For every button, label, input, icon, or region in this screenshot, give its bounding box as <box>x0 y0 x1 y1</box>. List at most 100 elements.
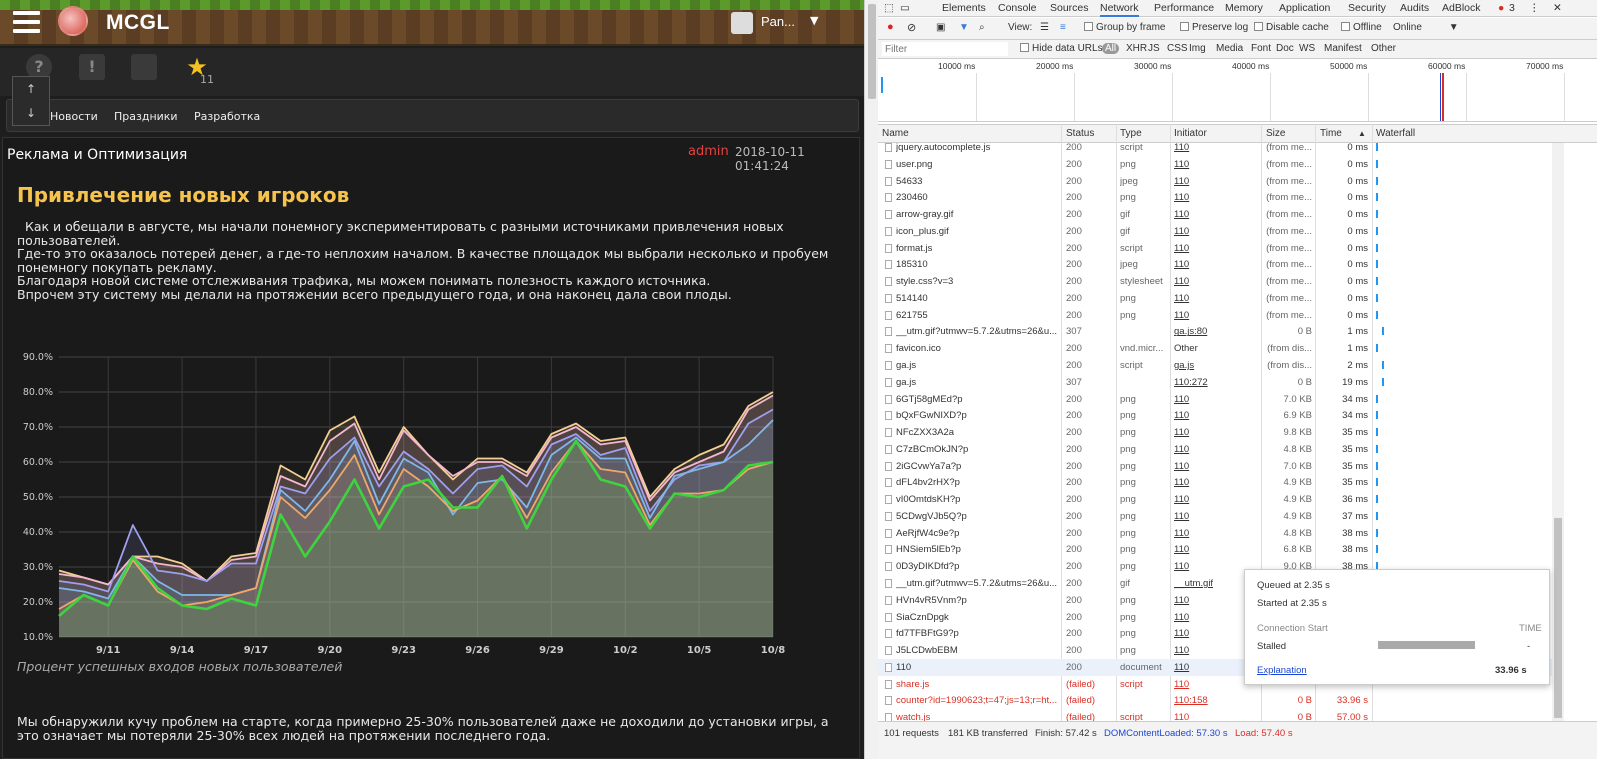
type-filter-manifest[interactable]: Manifest <box>1324 43 1362 54</box>
cell-initiator[interactable]: 110 <box>1174 394 1258 405</box>
table-row[interactable]: ga.js 307 110:272 0 B 19 ms <box>878 374 1552 391</box>
table-row[interactable]: favicon.ico 200 vnd.micr... Other (from dis.… <box>878 340 1552 357</box>
table-row[interactable]: 230460 200 png 110 (from me... 0 ms <box>878 189 1552 206</box>
table-row[interactable]: 621755 200 png 110 (from me... 0 ms <box>878 307 1552 324</box>
cell-initiator[interactable]: 110 <box>1174 461 1258 472</box>
tab-application[interactable]: Application <box>1279 2 1330 14</box>
col-size[interactable]: Size <box>1266 128 1285 139</box>
cell-name[interactable]: format.js <box>896 243 1058 254</box>
cell-name[interactable]: 110 <box>896 662 1058 673</box>
cell-initiator[interactable]: 110 <box>1174 494 1258 505</box>
author-link[interactable]: admin <box>688 144 729 159</box>
cell-initiator[interactable]: 110 <box>1174 444 1258 455</box>
search-icon[interactable]: ⌕ <box>979 22 985 33</box>
cell-name[interactable]: dFL4bv2rHX?p <box>896 477 1058 488</box>
cell-name[interactable]: 185310 <box>896 259 1058 270</box>
table-row[interactable]: C7zBCmOkJN?p 200 png 110 4.8 KB 35 ms <box>878 441 1552 458</box>
arrow-up-icon[interactable]: ↑ <box>13 77 49 101</box>
col-time[interactable]: Time <box>1320 128 1342 139</box>
table-row[interactable]: HNSiem5lEb?p 200 png 110 6.8 KB 38 ms <box>878 541 1552 558</box>
camera-icon[interactable]: ▣ <box>936 22 945 33</box>
type-filter-ws[interactable]: WS <box>1299 43 1315 54</box>
table-row[interactable]: bQxFGwNIXD?p 200 png 110 6.9 KB 34 ms <box>878 407 1552 424</box>
cell-name[interactable]: 6GTj58gMEd?p <box>896 394 1058 405</box>
cell-initiator[interactable]: 110 <box>1174 176 1258 187</box>
hide-data-urls-checkbox[interactable]: Hide data URLs <box>1020 43 1103 54</box>
offline-checkbox[interactable]: Offline <box>1341 22 1382 33</box>
type-filter-media[interactable]: Media <box>1216 43 1243 54</box>
logo-icon[interactable] <box>58 6 88 36</box>
cell-initiator[interactable]: ga.js:80 <box>1174 326 1258 337</box>
table-row[interactable]: jquery.autocomplete.js 200 script 110 (from … <box>878 143 1552 156</box>
filter-icon[interactable]: ▼ <box>959 22 969 33</box>
error-count[interactable]: 3 <box>1509 2 1515 14</box>
table-row[interactable]: NFcZXX3A2a 200 png 110 9.8 KB 35 ms <box>878 424 1552 441</box>
record-icon[interactable]: ● <box>887 21 894 33</box>
tab-network[interactable]: Network <box>1100 2 1139 17</box>
user-name[interactable]: Pan... <box>761 14 795 29</box>
cell-name[interactable]: bQxFGwNIXD?p <box>896 410 1058 421</box>
menu-icon[interactable] <box>13 11 40 33</box>
cell-name[interactable]: fd7TFBFtG9?p <box>896 628 1058 639</box>
table-row[interactable]: 514140 200 png 110 (from me... 0 ms <box>878 290 1552 307</box>
tab-console[interactable]: Console <box>998 2 1037 14</box>
throttle-select[interactable]: Online ▼ <box>1393 22 1459 33</box>
cell-name[interactable]: ga.js <box>896 360 1058 371</box>
cell-name[interactable]: 2iGCvwYa7a?p <box>896 461 1058 472</box>
type-filter-js[interactable]: JS <box>1148 43 1160 54</box>
clear-icon[interactable]: ⊘ <box>907 21 916 34</box>
cell-name[interactable]: jquery.autocomplete.js <box>896 143 1058 153</box>
table-row[interactable]: __utm.gif?utmwv=5.7.2&utms=26&u... 307 ga.… <box>878 323 1552 340</box>
cell-initiator[interactable]: 110:272 <box>1174 377 1258 388</box>
cell-initiator[interactable]: 110 <box>1174 259 1258 270</box>
preserve-log-checkbox[interactable]: Preserve log <box>1180 22 1248 33</box>
cell-initiator[interactable]: 110 <box>1174 410 1258 421</box>
network-overview[interactable]: 10000 ms 20000 ms 30000 ms 40000 ms 50000 ms… <box>878 59 1597 122</box>
nav-development[interactable]: Разработка <box>194 110 260 123</box>
cell-name[interactable]: arrow-gray.gif <box>896 209 1058 220</box>
request-list-scrollbar[interactable] <box>1552 143 1564 721</box>
arrow-down-icon[interactable]: ↓ <box>13 101 49 125</box>
type-filter-all[interactable]: All <box>1102 43 1120 54</box>
col-status[interactable]: Status <box>1066 128 1094 139</box>
cell-name[interactable]: 621755 <box>896 310 1058 321</box>
cell-name[interactable]: 230460 <box>896 192 1058 203</box>
cell-name[interactable]: NFcZXX3A2a <box>896 427 1058 438</box>
cell-name[interactable]: counter?id=1990623;t=47;js=13;r=ht... <box>896 695 1058 706</box>
cell-name[interactable]: AeRjfW4c9e?p <box>896 528 1058 539</box>
cell-name[interactable]: C7zBCmOkJN?p <box>896 444 1058 455</box>
col-waterfall[interactable]: Waterfall <box>1376 128 1415 139</box>
cell-initiator[interactable]: 110 <box>1174 712 1258 721</box>
nav-holidays[interactable]: Праздники <box>114 110 178 123</box>
cell-initiator[interactable]: 110 <box>1174 276 1258 287</box>
user-avatar[interactable] <box>731 12 753 34</box>
explanation-link[interactable]: Explanation <box>1257 665 1307 676</box>
tab-audits[interactable]: Audits <box>1400 2 1429 14</box>
cell-name[interactable]: 514140 <box>896 293 1058 304</box>
table-row[interactable]: arrow-gray.gif 200 gif 110 (from me... 0 ms <box>878 206 1552 223</box>
table-row[interactable]: format.js 200 script 110 (from me... 0 ms <box>878 240 1552 257</box>
site-title[interactable]: MCGL <box>106 11 170 35</box>
chevron-down-icon[interactable]: ▼ <box>810 14 818 27</box>
cell-initiator[interactable]: 110 <box>1174 226 1258 237</box>
overview-icon[interactable]: ≡ <box>1060 22 1066 33</box>
large-rows-icon[interactable]: ☰ <box>1040 22 1049 33</box>
cell-name[interactable]: HNSiem5lEb?p <box>896 544 1058 555</box>
cell-initiator[interactable]: 110 <box>1174 427 1258 438</box>
table-row[interactable]: dFL4bv2rHX?p 200 png 110 4.9 KB 35 ms <box>878 474 1552 491</box>
tab-adblock[interactable]: AdBlock <box>1442 2 1481 14</box>
cell-name[interactable]: vI0OmtdsKH?p <box>896 494 1058 505</box>
device-toggle-icon[interactable]: ▭ <box>900 2 910 14</box>
col-name[interactable]: Name <box>882 128 909 139</box>
page-scrollbar[interactable] <box>864 0 878 759</box>
cell-name[interactable]: 54633 <box>896 176 1058 187</box>
cell-name[interactable]: user.png <box>896 159 1058 170</box>
cell-initiator[interactable]: 110 <box>1174 159 1258 170</box>
cell-name[interactable]: style.css?v=3 <box>896 276 1058 287</box>
table-row[interactable]: 54633 200 jpeg 110 (from me... 0 ms <box>878 173 1552 190</box>
cell-name[interactable]: icon_plus.gif <box>896 226 1058 237</box>
table-row[interactable]: 6GTj58gMEd?p 200 png 110 7.0 KB 34 ms <box>878 391 1552 408</box>
tab-elements[interactable]: Elements <box>942 2 986 14</box>
cell-name[interactable]: 0D3yDIKDfd?p <box>896 561 1058 572</box>
tab-sources[interactable]: Sources <box>1050 2 1089 14</box>
